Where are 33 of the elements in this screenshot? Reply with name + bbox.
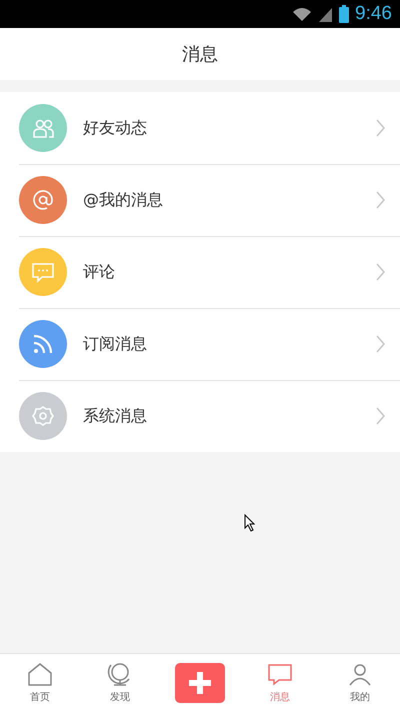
cursor-icon <box>244 514 255 532</box>
item-label: @我的消息 <box>83 190 164 210</box>
battery-icon <box>339 5 350 23</box>
item-label: 评论 <box>83 262 116 282</box>
status-time: 9:46 <box>355 3 392 25</box>
plus-icon <box>189 672 211 694</box>
wifi-icon <box>292 6 312 22</box>
nav-tab[interactable]: 发现 <box>80 662 160 704</box>
signal-icon <box>318 6 334 22</box>
list-item[interactable]: @我的消息 <box>0 164 400 236</box>
page-title: 消息 <box>182 43 218 66</box>
list-item[interactable]: 订阅消息 <box>0 308 400 380</box>
chevron-icon <box>375 191 386 209</box>
add-button[interactable] <box>175 663 225 703</box>
chat-bubble-icon <box>31 260 55 284</box>
home-icon <box>27 662 53 687</box>
at-sign-icon <box>31 188 55 212</box>
chevron-icon <box>375 119 386 137</box>
rss-icon <box>31 332 55 356</box>
chevron-icon <box>375 407 386 425</box>
item-label: 系统消息 <box>83 406 148 426</box>
nav-tab[interactable]: 我的 <box>320 662 400 704</box>
list-item[interactable]: 评论 <box>0 236 400 308</box>
nav-tab[interactable]: 首页 <box>0 662 80 704</box>
item-label: 好友动态 <box>83 118 148 138</box>
chevron-icon <box>375 263 386 281</box>
item-label: 订阅消息 <box>83 334 148 354</box>
settings-icon <box>31 404 55 428</box>
list-item[interactable]: 好友动态 <box>0 92 400 164</box>
message-icon <box>267 662 293 687</box>
person-icon <box>347 662 373 687</box>
list-item[interactable]: 系统消息 <box>0 380 400 452</box>
chevron-icon <box>375 335 386 353</box>
